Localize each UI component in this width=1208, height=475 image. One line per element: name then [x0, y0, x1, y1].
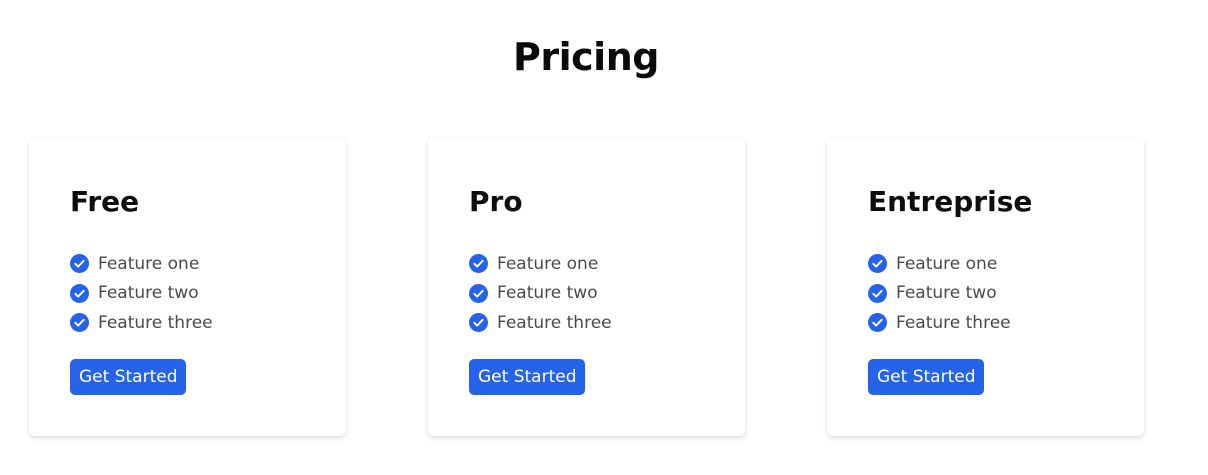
feature-list: Feature one Feature two Feature three [469, 249, 612, 338]
feature-item: Feature one [70, 249, 213, 279]
feature-label: Feature two [497, 283, 598, 304]
get-started-button[interactable]: Get Started [868, 359, 985, 395]
feature-item: Feature one [469, 249, 612, 279]
feature-list: Feature one Feature two Feature three [868, 249, 1011, 338]
check-circle-icon [868, 254, 887, 274]
plan-name: Entreprise [868, 185, 1033, 218]
feature-item: Feature one [868, 249, 1011, 279]
check-circle-icon [469, 313, 488, 333]
pricing-cards: Free Feature one Feature two Feature thr… [29, 138, 1145, 436]
check-circle-icon [868, 313, 887, 333]
feature-label: Feature one [896, 253, 998, 274]
feature-item: Feature three [469, 308, 612, 338]
feature-item: Feature two [868, 279, 1011, 309]
feature-list: Feature one Feature two Feature three [70, 249, 213, 338]
feature-label: Feature three [98, 312, 213, 333]
pricing-card-pro: Pro Feature one Feature two Feature thre… [428, 138, 745, 436]
feature-item: Feature three [70, 308, 213, 338]
feature-label: Feature one [497, 253, 599, 274]
check-circle-icon [469, 283, 488, 303]
pricing-card-entreprise: Entreprise Feature one Feature two Featu… [827, 138, 1144, 436]
plan-name: Free [70, 185, 140, 218]
feature-label: Feature three [497, 312, 612, 333]
check-circle-icon [868, 283, 887, 303]
get-started-button[interactable]: Get Started [469, 359, 586, 395]
feature-item: Feature three [868, 308, 1011, 338]
feature-label: Feature two [896, 283, 997, 304]
check-circle-icon [70, 283, 89, 303]
feature-label: Feature two [98, 283, 199, 304]
page-title: Pricing [513, 35, 659, 79]
pricing-card-free: Free Feature one Feature two Feature thr… [29, 138, 346, 436]
feature-item: Feature two [70, 279, 213, 309]
feature-item: Feature two [469, 279, 612, 309]
check-circle-icon [469, 254, 488, 274]
feature-label: Feature three [896, 312, 1011, 333]
plan-name: Pro [469, 185, 523, 218]
feature-label: Feature one [98, 253, 200, 274]
check-circle-icon [70, 254, 89, 274]
check-circle-icon [70, 313, 89, 333]
get-started-button[interactable]: Get Started [70, 359, 187, 395]
